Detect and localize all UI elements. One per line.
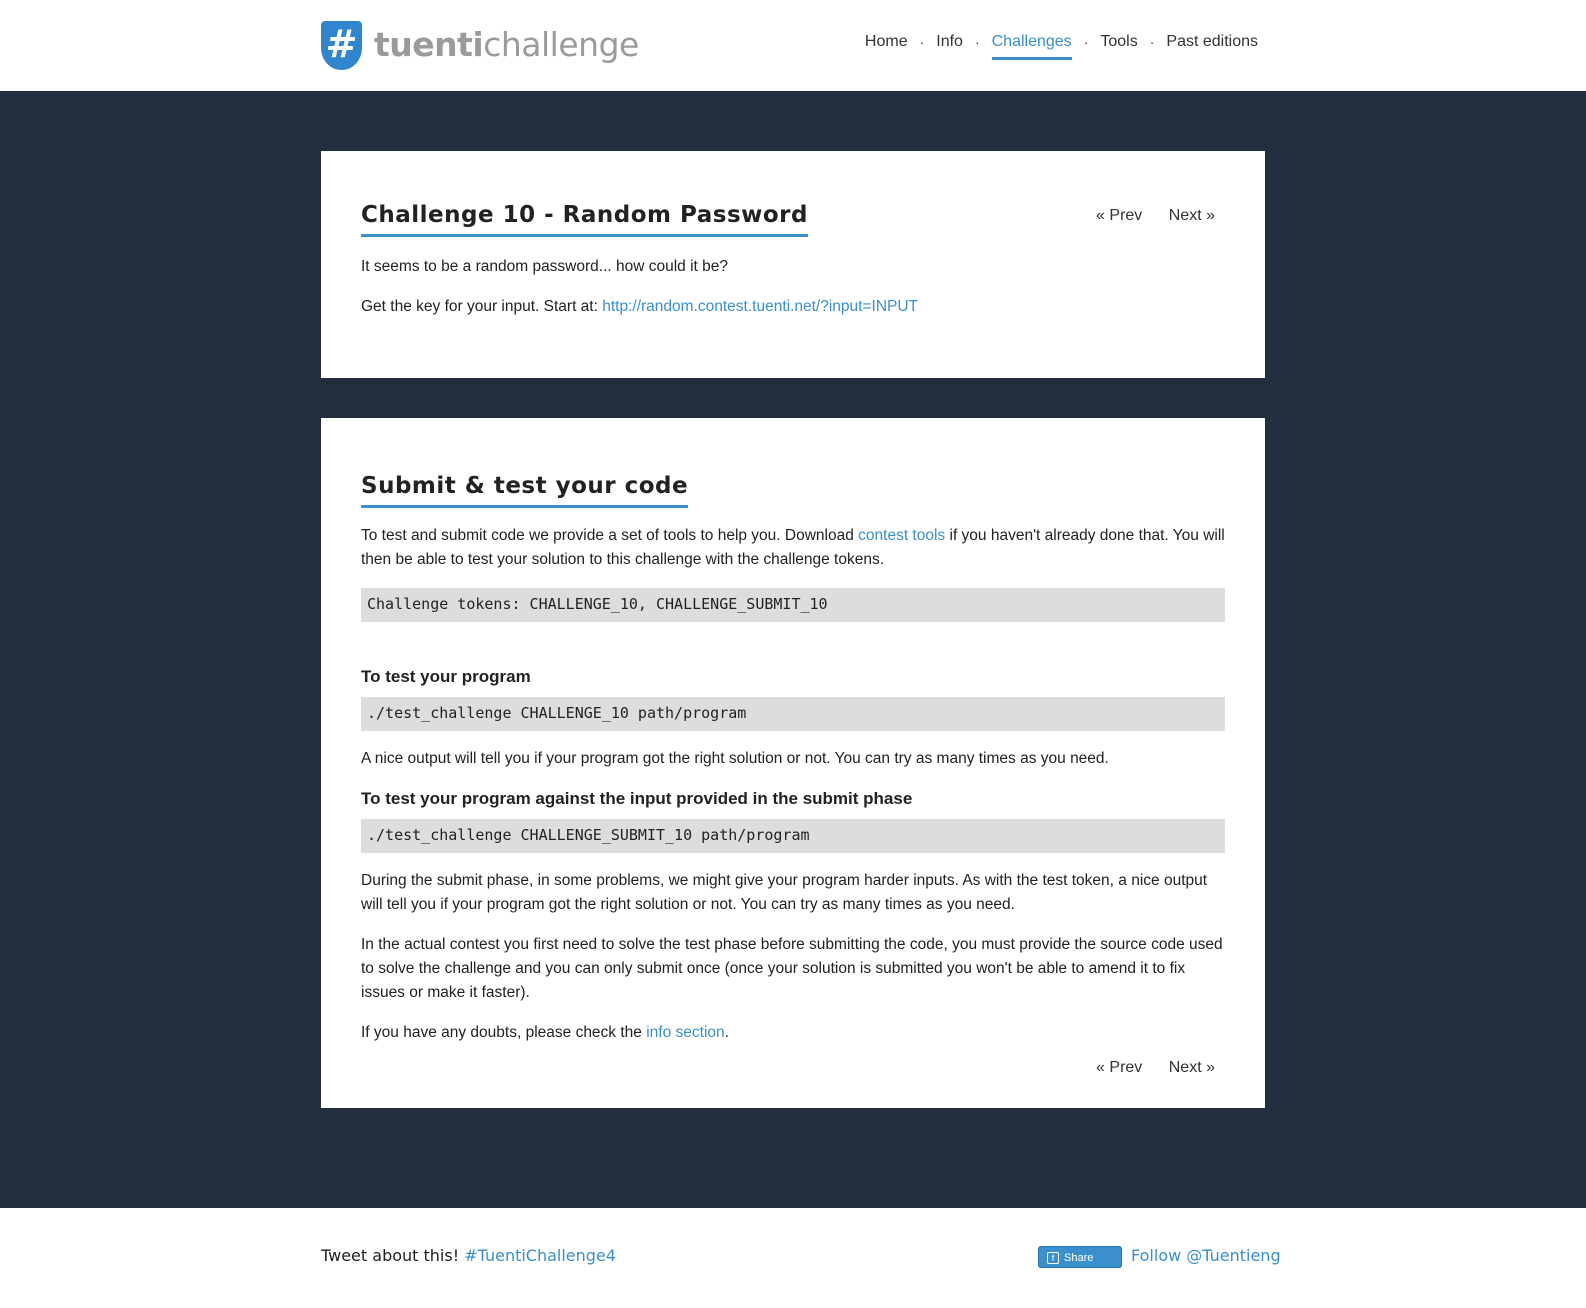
- doubts-period: .: [724, 1024, 729, 1041]
- nav-separator: ·: [1149, 34, 1155, 50]
- prev-link[interactable]: « Prev: [1096, 1059, 1142, 1076]
- tweet-prompt: Tweet about this! #TuentiChallenge4: [321, 1246, 616, 1265]
- submit-title: Submit & test your code: [361, 462, 689, 508]
- info-section-link[interactable]: info section: [646, 1024, 724, 1041]
- contest-note: In the actual contest you first need to …: [361, 936, 1223, 1001]
- start-text: Get the key for your input. Start at:: [361, 298, 603, 315]
- nav-past-editions[interactable]: Past editions: [1166, 33, 1258, 60]
- nav-challenges[interactable]: Challenges: [991, 33, 1072, 60]
- submit-card: Submit & test your code To test and subm…: [321, 418, 1265, 1108]
- hashtag-link[interactable]: #TuentiChallenge4: [464, 1246, 616, 1265]
- main-nav: Home · Info · Challenges · Tools · Past …: [865, 33, 1258, 60]
- pager-top: « Prev Next »: [1074, 207, 1215, 225]
- follow-link[interactable]: Follow @Tuentieng: [1131, 1246, 1281, 1265]
- tokens-code-block: Challenge tokens: CHALLENGE_10, CHALLENG…: [361, 588, 1225, 622]
- share-label: Share: [1064, 1252, 1094, 1264]
- challenge-description: It seems to be a random password... how …: [361, 258, 729, 275]
- nav-separator: ·: [1083, 34, 1089, 50]
- nav-separator: ·: [919, 34, 925, 50]
- pager-bottom: « Prev Next »: [361, 1059, 1215, 1077]
- submit-intro: To test and submit code we provide a set…: [361, 524, 1225, 572]
- submit-code-block: ./test_challenge CHALLENGE_SUBMIT_10 pat…: [361, 819, 1225, 853]
- hashtag-logo-icon: #: [321, 20, 362, 70]
- doubts-note: If you have any doubts, please check the…: [361, 1021, 1225, 1045]
- submit-heading: To test your program against the input p…: [361, 789, 913, 808]
- share-icon: f: [1047, 1252, 1059, 1265]
- nav-home[interactable]: Home: [865, 33, 908, 60]
- test-heading: To test your program: [361, 667, 531, 686]
- logo-text-light: challenge: [483, 25, 639, 64]
- tweet-text: Tweet about this!: [321, 1246, 465, 1265]
- nav-separator: ·: [974, 34, 980, 50]
- site-footer: Tweet about this! #TuentiChallenge4 f Sha…: [0, 1208, 1586, 1308]
- challenge-card: Challenge 10 - Random Password « Prev Ne…: [321, 151, 1265, 378]
- logo-text: tuentichallenge: [374, 20, 639, 70]
- doubts-text: If you have any doubts, please check the: [361, 1024, 647, 1041]
- intro-text: To test and submit code we provide a set…: [361, 527, 859, 544]
- challenge-title: Challenge 10 - Random Password: [361, 191, 808, 237]
- next-link[interactable]: Next »: [1169, 207, 1215, 224]
- main-content: Challenge 10 - Random Password « Prev Ne…: [0, 91, 1586, 1208]
- test-code-block: ./test_challenge CHALLENGE_10 path/progr…: [361, 697, 1225, 731]
- challenge-start: Get the key for your input. Start at: ht…: [361, 295, 1225, 319]
- prev-link[interactable]: « Prev: [1096, 207, 1142, 224]
- logo-text-bold: tuenti: [374, 25, 484, 64]
- site-logo[interactable]: # tuentichallenge: [321, 20, 639, 70]
- start-link[interactable]: http://random.contest.tuenti.net/?input=…: [602, 298, 918, 315]
- nav-info[interactable]: Info: [936, 33, 963, 60]
- submit-note: During the submit phase, in some problem…: [361, 872, 1208, 913]
- nav-tools[interactable]: Tools: [1100, 33, 1137, 60]
- next-link[interactable]: Next »: [1169, 1059, 1215, 1076]
- site-header: # tuentichallenge Home · Info · Challeng…: [0, 0, 1586, 91]
- test-note: A nice output will tell you if your prog…: [361, 750, 1109, 767]
- share-button[interactable]: f Share: [1038, 1246, 1122, 1268]
- contest-tools-link[interactable]: contest tools: [858, 527, 945, 544]
